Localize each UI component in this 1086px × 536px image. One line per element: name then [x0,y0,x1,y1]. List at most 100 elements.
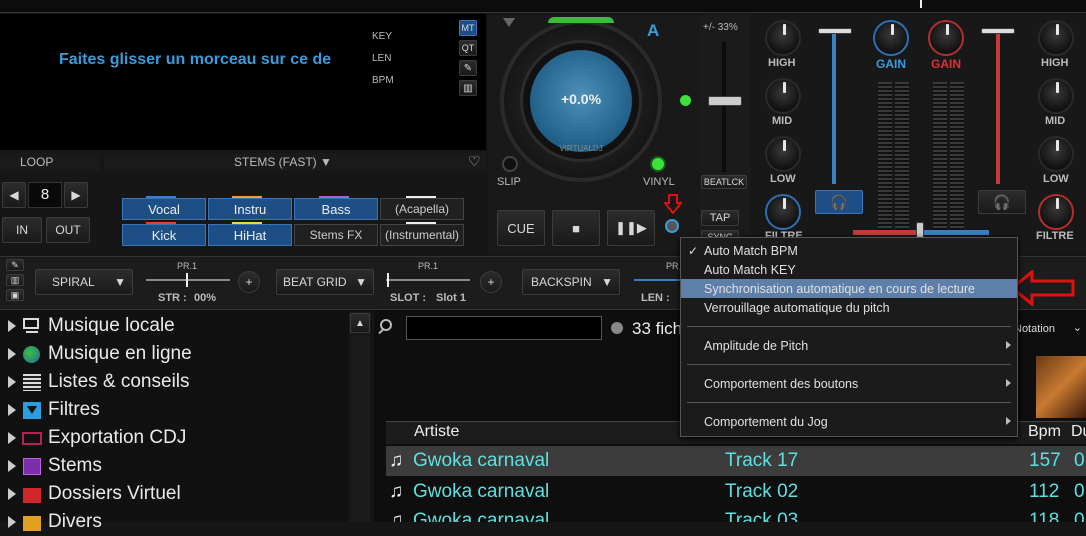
stem-bass-pad[interactable]: Bass [294,198,378,220]
menu-item-pitch-range[interactable]: Amplitude de Pitch [681,336,1017,355]
scroll-up-button[interactable]: ▲ [350,313,370,333]
vinyl-led[interactable] [650,156,666,172]
column-bpm[interactable]: Bpm [1028,423,1061,441]
fx1-select[interactable]: SPIRAL ▼ [35,269,133,295]
menu-item-auto-pitch-lock[interactable]: Verrouillage automatique du pitch [681,298,1017,317]
deck-collapse-icon[interactable] [503,18,515,27]
mid-label-left: MID [772,115,793,127]
track-title: Track 03 [725,510,799,522]
mid-knob-right[interactable] [1038,78,1074,114]
gain-knob-right[interactable] [928,20,964,56]
vu-meter-right-2 [950,82,964,232]
pitch-fader[interactable] [708,96,742,106]
menu-item-auto-match-key[interactable]: Auto Match KEY [681,260,1017,279]
menu-item-button-behavior[interactable]: Comportement des boutons [681,374,1017,393]
grid-icon[interactable]: ▥ [459,80,477,96]
column-duration[interactable]: Du [1071,423,1086,441]
fx2-slider[interactable] [386,279,470,281]
mt-button[interactable]: MT [459,20,477,36]
tree-item-filters[interactable]: Filtres [0,396,100,424]
table-row[interactable]: ♫ Gwoka carnaval Track 03 118 0 [386,506,1086,522]
low-knob-left[interactable] [765,136,801,172]
stem-kick-pad[interactable]: Kick [122,224,206,246]
track-artist: Gwoka carnaval [413,510,550,522]
jog-wheel[interactable]: +0.0% VIRTUALDJ [500,20,662,182]
tree-item-lists[interactable]: Listes & conseils [0,368,190,396]
tree-item-misc[interactable]: Divers [0,508,102,536]
deck-info-panel: Faites glisser un morceau sur ce de KEY … [0,14,486,150]
stem-instrumental-pad[interactable]: (Instrumental) [380,224,464,246]
search-options-icon[interactable] [611,322,623,334]
stems-title[interactable]: STEMS (FAST) ▼ [234,155,332,169]
high-knob-left[interactable] [765,20,801,56]
pitch-range-label: +/- 33% [703,22,738,33]
gain-knob-left[interactable] [873,20,909,56]
tap-button[interactable]: TAP [701,210,739,226]
tree-scrollbar[interactable]: ▲ [349,312,371,522]
tree-item-stems[interactable]: Stems [0,452,102,480]
stem-vocal-pad[interactable]: Vocal [122,198,206,220]
vu-meter-left-2 [895,82,909,232]
loop-in-button[interactable]: IN [2,217,42,243]
stop-button[interactable]: ■ [552,210,600,246]
music-note-icon: ♫ [389,481,404,502]
menu-item-auto-sync-playing[interactable]: Synchronisation automatique en cours de … [681,279,1017,298]
fx3-slider[interactable] [634,279,680,281]
dropdown-arrow-icon: ▼ [601,275,613,289]
tree-item-local-music[interactable]: Musique locale [0,312,175,340]
fx1-slider[interactable] [146,279,230,281]
loop-out-button[interactable]: OUT [46,217,90,243]
filter-knob-right[interactable] [1038,194,1074,230]
search-input[interactable] [406,316,602,340]
fx2-slider-handle[interactable] [387,273,389,287]
volume-fader-right[interactable] [981,28,1015,34]
fx3-len-label: LEN : [641,292,670,304]
record-icon[interactable]: ▣ [6,289,24,301]
loop-increase-button[interactable]: ▶ [64,182,88,208]
track-duration: 0 [1074,510,1085,522]
eyedropper-icon[interactable]: ✎ [459,60,477,76]
mid-knob-left[interactable] [765,78,801,114]
fx1-slider-handle[interactable] [186,273,188,287]
tree-label: Listes & conseils [48,371,190,392]
heart-icon[interactable]: ♡ [468,153,481,170]
fx2-select[interactable]: BEAT GRID ▼ [276,269,374,295]
beatlock-button[interactable]: BEATLCK [701,175,747,189]
loop-decrease-button[interactable]: ◀ [2,182,26,208]
stem-hihat-pad[interactable]: HiHat [208,224,292,246]
menu-item-label: Auto Match BPM [704,244,798,258]
notation-dropdown[interactable]: Notation ⌄ [1012,318,1084,340]
sampler-icon[interactable]: ▥ [6,274,24,286]
mic-icon[interactable]: ✎ [6,259,24,271]
tree-item-online-music[interactable]: Musique en ligne [0,340,192,368]
fx1-add-button[interactable]: + [238,271,260,293]
table-row[interactable]: ♫ Gwoka carnaval Track 02 112 0 [386,477,1086,507]
table-row[interactable]: ♫ Gwoka carnaval Track 17 157 0 [386,446,1086,476]
tree-item-virtual-folders[interactable]: Dossiers Virtuel [0,480,181,508]
column-artist[interactable]: Artiste [414,423,459,441]
stem-fx-pad[interactable]: Stems FX [294,224,378,246]
headphone-cue-right[interactable]: 🎧 [978,190,1026,214]
play-pause-button[interactable]: ❚❚▶ [607,210,655,246]
submenu-arrow-icon [1006,417,1011,425]
dropdown-arrow-icon: ▼ [114,275,126,289]
qt-button[interactable]: QT [459,40,477,56]
cue-button[interactable]: CUE [497,210,545,246]
music-note-icon: ♫ [389,510,404,522]
stem-instru-pad[interactable]: Instru [208,198,292,220]
sync-options-icon[interactable] [665,219,679,233]
fx3-select[interactable]: BACKSPIN ▼ [522,269,620,295]
loop-value: 8 [28,182,62,208]
stem-acapella-pad[interactable]: (Acapella) [380,198,464,220]
slip-led[interactable] [502,156,518,172]
volume-fader-left[interactable] [818,28,852,34]
fx2-add-button[interactable]: + [480,271,502,293]
filter-knob-left[interactable] [765,194,801,230]
headphone-cue-left[interactable]: 🎧 [815,190,863,214]
menu-item-jog-behavior[interactable]: Comportement du Jog [681,412,1017,431]
menu-item-auto-match-bpm[interactable]: ✓ Auto Match BPM [681,241,1017,260]
low-knob-right[interactable] [1038,136,1074,172]
high-label-right: HIGH [1041,57,1069,69]
high-knob-right[interactable] [1038,20,1074,56]
tree-item-cdj-export[interactable]: Exportation CDJ [0,424,186,452]
